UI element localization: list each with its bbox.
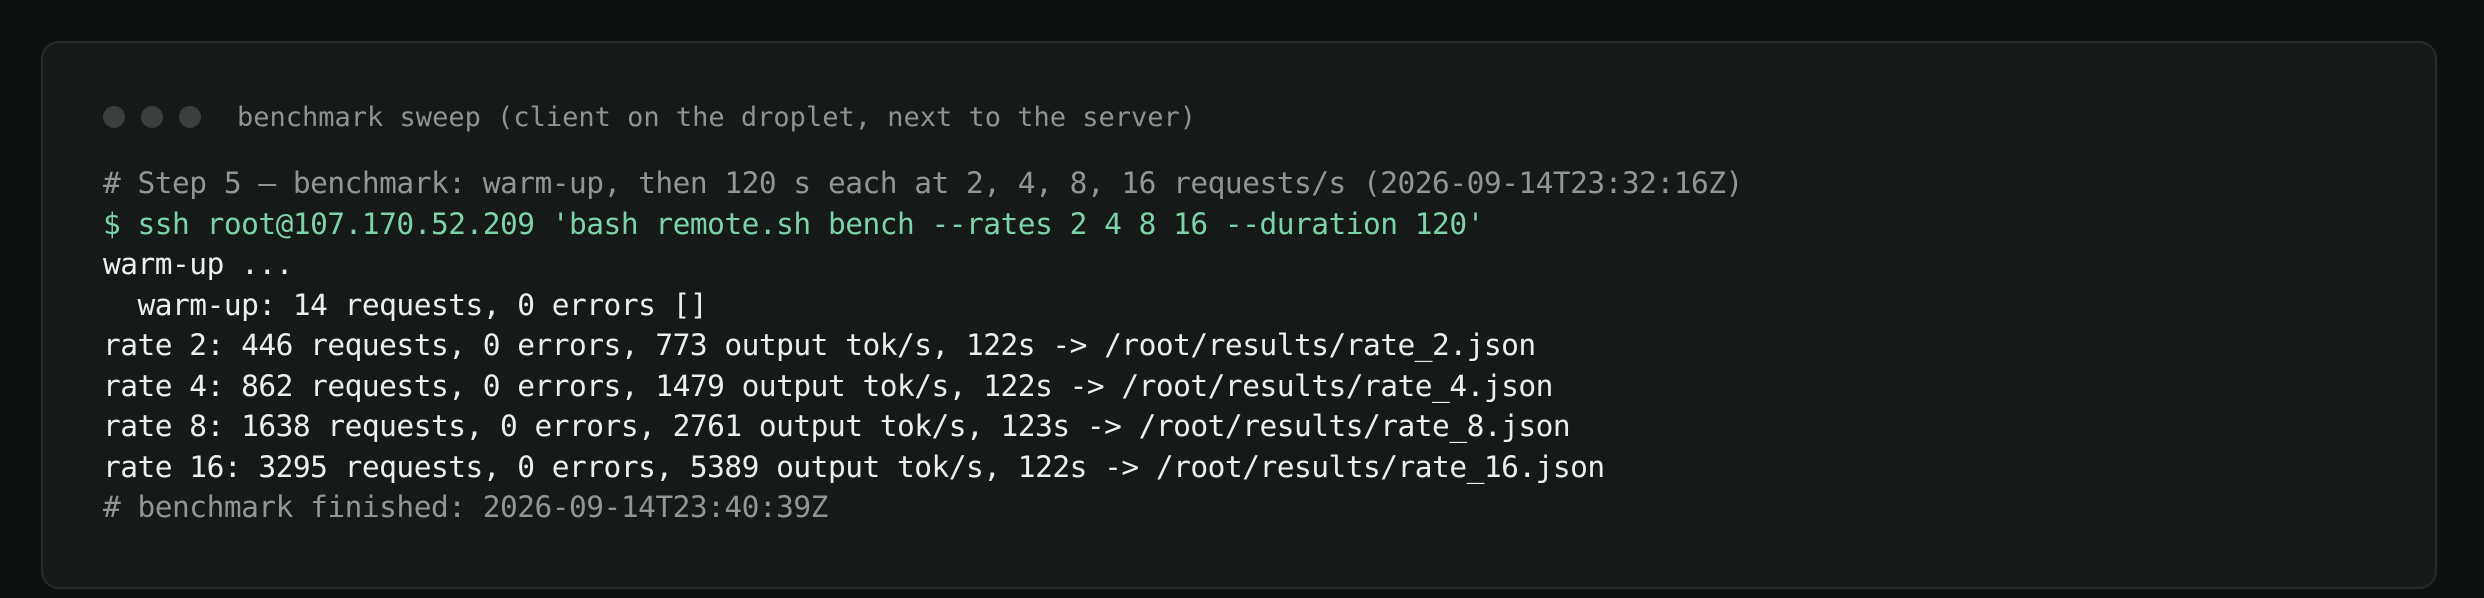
terminal-window: benchmark sweep (client on the droplet, … bbox=[41, 41, 2437, 589]
terminal-line-warmup-result: warm-up: 14 requests, 0 errors [] bbox=[103, 287, 708, 322]
window-minimize-dot-icon[interactable] bbox=[141, 106, 163, 128]
terminal-line-rate-4: rate 4: 862 requests, 0 errors, 1479 out… bbox=[103, 368, 1553, 403]
terminal-line-rate-8: rate 8: 1638 requests, 0 errors, 2761 ou… bbox=[103, 409, 1571, 443]
terminal-line-ssh-command: $ ssh root@107.170.52.209 'bash remote.s… bbox=[103, 206, 1484, 241]
window-close-dot-icon[interactable] bbox=[103, 106, 125, 128]
terminal-output: # Step 5 — benchmark: warm-up, then 120 … bbox=[103, 163, 2395, 528]
window-titlebar: benchmark sweep (client on the droplet, … bbox=[103, 97, 1196, 137]
terminal-line-step-comment: # Step 5 — benchmark: warm-up, then 120 … bbox=[103, 166, 1743, 200]
terminal-line-warmup-start: warm-up ... bbox=[103, 247, 293, 281]
terminal-line-rate-16: rate 16: 3295 requests, 0 errors, 5389 o… bbox=[103, 449, 1605, 484]
terminal-line-finished-comment: # benchmark finished: 2026-09-14T23:40:3… bbox=[103, 490, 828, 524]
terminal-line-rate-2: rate 2: 446 requests, 0 errors, 773 outp… bbox=[103, 328, 1536, 362]
window-title: benchmark sweep (client on the droplet, … bbox=[237, 101, 1197, 133]
window-maximize-dot-icon[interactable] bbox=[179, 106, 201, 128]
